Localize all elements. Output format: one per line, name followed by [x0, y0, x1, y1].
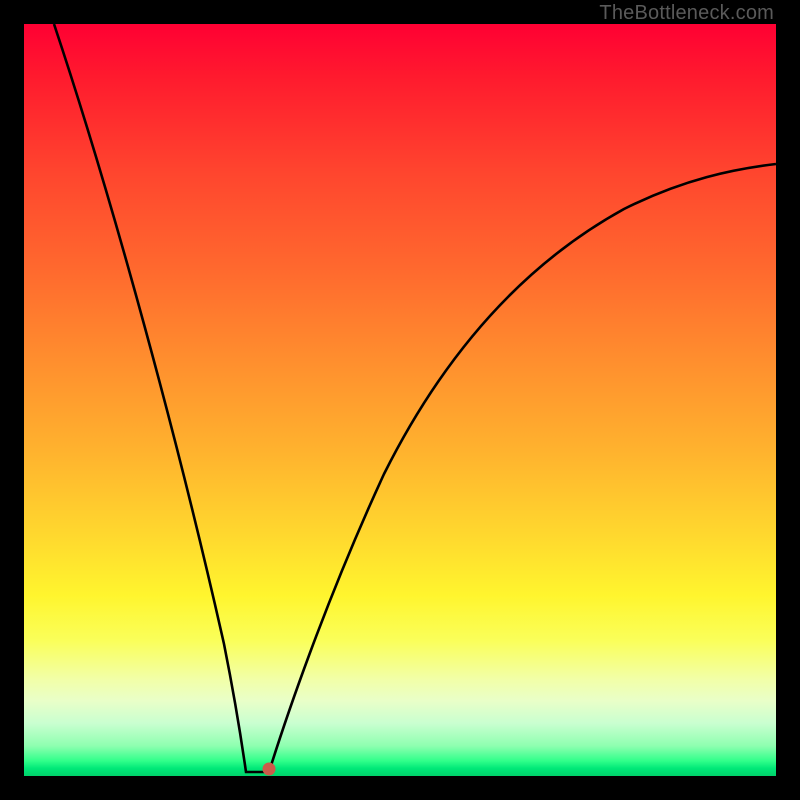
marker-dot	[263, 763, 276, 776]
watermark-text: TheBottleneck.com	[599, 2, 774, 25]
chart-svg	[24, 24, 776, 776]
bottleneck-curve	[54, 24, 776, 772]
chart-frame: TheBottleneck.com	[0, 0, 800, 800]
